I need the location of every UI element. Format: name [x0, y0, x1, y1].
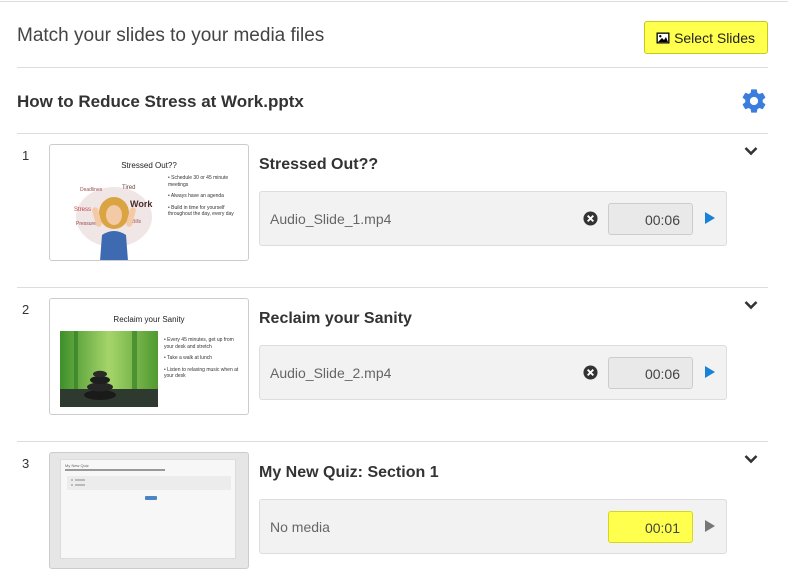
svg-text:Bills: Bills — [132, 219, 142, 225]
gear-icon[interactable] — [740, 87, 768, 115]
slide-thumbnail[interactable]: Stressed Out?? Deadlines Tired Work Stre… — [49, 144, 249, 261]
select-slides-label: Select Slides — [674, 29, 755, 46]
quiz-preview-title: My New Quiz — [65, 463, 89, 468]
thumb-title: Stressed Out?? — [121, 161, 177, 170]
svg-text:Pressure: Pressure — [76, 221, 96, 227]
stones-bamboo-image — [60, 331, 158, 407]
media-box: Audio_Slide_2.mp4 00:06 — [259, 345, 727, 400]
remove-circle-icon[interactable] — [583, 365, 598, 380]
quiz-options — [67, 476, 231, 490]
duration-field[interactable]: 00:06 — [608, 203, 693, 235]
chevron-down-icon[interactable] — [744, 300, 758, 310]
presentation-row: How to Reduce Stress at Work.pptx — [17, 68, 768, 134]
slide-thumbnail[interactable]: Reclaim your Sanity • Every 45 minutes, … — [49, 298, 249, 415]
slide-number: 3 — [22, 456, 30, 471]
thumb-bullet: • Build in time for yourself throughout … — [168, 204, 234, 218]
header: Match your slides to your media files Se… — [17, 0, 768, 68]
thumb-title: Reclaim your Sanity — [113, 315, 185, 324]
thumb-bullets: • Schedule 30 or 45 minute meetings • Al… — [168, 175, 244, 223]
stressed-person-image: Deadlines Tired Work Stress Pressure Bil… — [74, 185, 153, 260]
remove-circle-icon[interactable] — [583, 211, 598, 226]
media-file-name: No media — [270, 519, 330, 535]
thumb-bullet: • Take a walk at lunch — [164, 355, 213, 361]
duration-field[interactable]: 00:01 — [608, 511, 693, 543]
presentation-file-name: How to Reduce Stress at Work.pptx — [17, 92, 304, 111]
select-slides-button[interactable]: Select Slides — [644, 21, 768, 54]
svg-text:Deadlines: Deadlines — [80, 187, 103, 193]
slide-thumbnail[interactable]: My New Quiz — [49, 452, 249, 569]
duration-field[interactable]: 00:06 — [608, 357, 693, 389]
slide-number: 1 — [22, 148, 30, 163]
chevron-down-icon[interactable] — [744, 454, 758, 464]
media-box: No media 00:01 — [259, 499, 727, 554]
media-file-name: Audio_Slide_1.mp4 — [270, 211, 392, 227]
svg-text:Tired: Tired — [122, 185, 135, 191]
thumb-bullet: • Schedule 30 or 45 minute meetings — [168, 175, 229, 188]
slide-title: Reclaim your Sanity — [259, 310, 412, 327]
thumb-bullet: • Every 45 minutes, get up from your des… — [164, 337, 234, 350]
slide-number: 2 — [22, 302, 30, 317]
page-title: Match your slides to your media files — [17, 25, 325, 46]
thumb-bullet: • Listen to relaxing music when at your … — [164, 366, 239, 380]
quiz-submit — [145, 496, 157, 500]
quiz-preview: My New Quiz — [60, 459, 236, 559]
media-file-name: Audio_Slide_2.mp4 — [270, 365, 392, 381]
slide-title: Stressed Out?? — [259, 156, 379, 173]
play-icon[interactable] — [705, 366, 715, 378]
chevron-down-icon[interactable] — [744, 146, 758, 156]
quiz-question-line — [65, 469, 165, 471]
play-icon[interactable] — [705, 520, 715, 532]
image-icon — [656, 32, 670, 43]
media-box: Audio_Slide_1.mp4 00:06 — [259, 191, 727, 246]
play-icon[interactable] — [705, 212, 715, 224]
thumb-bullets: • Every 45 minutes, get up from your des… — [164, 337, 244, 385]
slide-title: My New Quiz: Section 1 — [259, 464, 439, 481]
slide-row: 2 Reclaim your Sanity • Every 45 minutes… — [17, 288, 768, 442]
thumb-bullet: • Always have an agenda — [168, 193, 224, 199]
slide-row: 1 Stressed Out?? Deadlines Tired Work St… — [17, 134, 768, 288]
slide-row: 3 My New Quiz My New Quiz: Section 1 No … — [17, 442, 768, 583]
svg-text:Stress: Stress — [74, 207, 91, 213]
